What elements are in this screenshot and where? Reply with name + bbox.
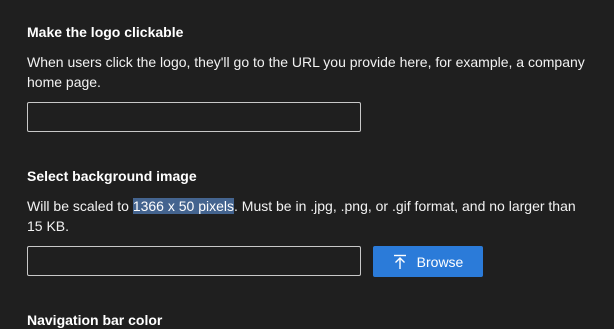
navigation-bar-color-title: Navigation bar color (27, 312, 163, 328)
logo-url-input[interactable] (27, 102, 361, 132)
background-image-title: Select background image (27, 168, 197, 184)
background-image-description: Will be scaled to 1366 x 50 pixels. Must… (27, 196, 587, 236)
background-image-path-input[interactable] (27, 246, 361, 276)
description-prefix: Will be scaled to (27, 198, 133, 214)
logo-link-title: Make the logo clickable (27, 24, 184, 40)
logo-link-description: When users click the logo, they'll go to… (27, 54, 585, 90)
theme-settings-panel: Make the logo clickable When users click… (0, 0, 614, 328)
browse-button-label: Browse (416, 253, 464, 270)
browse-button[interactable]: Browse (373, 246, 483, 277)
selected-text-highlight: 1366 x 50 pixels (132, 198, 235, 214)
upload-icon (393, 254, 407, 270)
